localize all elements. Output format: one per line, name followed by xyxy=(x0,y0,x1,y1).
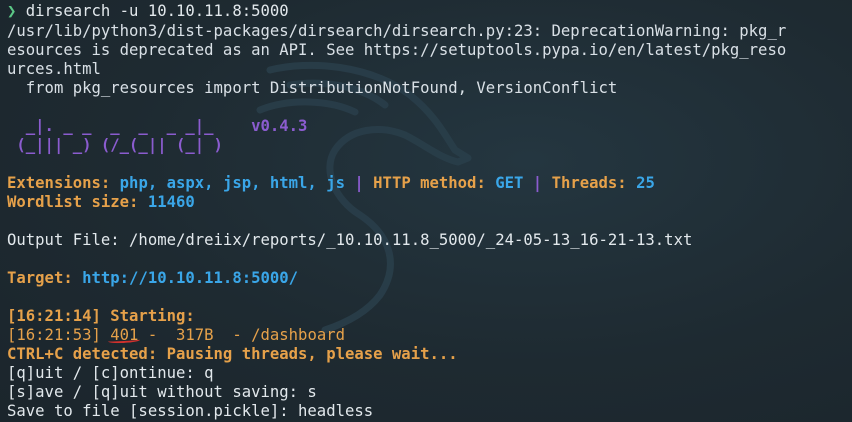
result-timestamp: [16:21:53] xyxy=(7,326,111,344)
extensions-value: php, aspx, jsp, html, js xyxy=(119,174,345,192)
continue-prompt: [q]uit / [c]ontinue: q xyxy=(7,364,214,382)
separator: | xyxy=(345,174,374,192)
prompt-arrow-icon: ❯ xyxy=(7,2,17,20)
threads-value: 25 xyxy=(636,174,655,192)
terminal-window[interactable]: ❯ dirsearch -u 10.10.11.8:5000 /usr/lib/… xyxy=(0,0,852,422)
warning-line-2: esources is deprecated as an API. See ht… xyxy=(7,41,787,59)
save-file-prompt: Save to file [session.pickle]: headless xyxy=(7,402,374,420)
warning-line-4: from pkg_resources import DistributionNo… xyxy=(7,79,618,97)
save-prompt: [s]ave / [q]uit without saving: s xyxy=(7,383,317,401)
result-line: [16:21:53] 401 - 317B - /dashboard xyxy=(7,326,345,345)
banner-art-top: _|. _ _ _ _ _ _|_ xyxy=(7,117,252,135)
command-line: ❯ dirsearch -u 10.10.11.8:5000 xyxy=(7,2,289,21)
http-method-value: GET xyxy=(495,174,524,192)
version-label: v0.4.3 xyxy=(251,117,308,135)
wordlist-label: Wordlist size: xyxy=(7,193,148,211)
banner-line-1: _|. _ _ _ _ _ _|_ v0.4.3 xyxy=(7,117,308,136)
output-file-line: Output File: /home/dreiix/reports/_10.10… xyxy=(7,231,693,249)
target-line: Target: http://10.10.11.8:5000/ xyxy=(7,269,298,288)
config-line: Extensions: php, aspx, jsp, html, js | H… xyxy=(7,174,655,193)
ctrl-c-line: CTRL+C detected: Pausing threads, please… xyxy=(7,345,458,363)
http-method-label: HTTP method: xyxy=(373,174,496,192)
target-label: Target: xyxy=(7,269,83,287)
status-code: 401 xyxy=(110,326,139,344)
wordlist-line: Wordlist size: 11460 xyxy=(7,193,195,212)
warning-line-3: urces.html xyxy=(7,60,101,78)
extensions-label: Extensions: xyxy=(7,174,120,192)
result-details: - 317B - /dashboard xyxy=(138,326,345,344)
command-text: dirsearch -u 10.10.11.8:5000 xyxy=(25,2,289,20)
wordlist-value: 11460 xyxy=(147,193,195,211)
starting-line: [16:21:14] Starting: xyxy=(7,307,195,325)
target-value: http://10.10.11.8:5000/ xyxy=(82,269,299,287)
warning-line-1: /usr/lib/python3/dist-packages/dirsearch… xyxy=(7,22,787,40)
threads-label: Threads: xyxy=(551,174,637,192)
separator: | xyxy=(523,174,552,192)
banner-line-2: (_||| _) (/_(_|| (_| ) xyxy=(7,136,223,154)
